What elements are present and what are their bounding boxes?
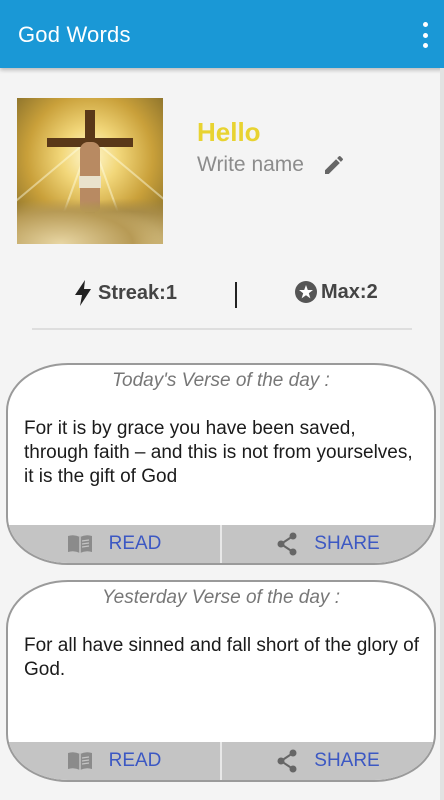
book-icon [67, 752, 92, 770]
stats-divider [235, 282, 237, 308]
share-icon [277, 749, 297, 773]
share-icon [277, 532, 297, 556]
read-label: READ [108, 750, 162, 771]
verse-card-yesterday: Yesterday Verse of the day : For all hav… [6, 580, 436, 782]
name-placeholder[interactable]: Write name [197, 153, 304, 177]
profile-image[interactable] [17, 98, 163, 244]
read-button[interactable]: READ [8, 525, 220, 563]
verse-text: For it is by grace you have been saved, … [24, 418, 413, 487]
verse-card-today: Today's Verse of the day : For it is by … [6, 363, 436, 565]
divider-line [32, 328, 412, 330]
verse-header: Today's Verse of the day : [112, 370, 330, 391]
app-title: God Words [18, 22, 131, 47]
stats-row: Streak: 1 Max: 2 [0, 280, 444, 310]
max-value: 2 [366, 280, 378, 303]
streak-stat: Streak: 1 [74, 280, 177, 306]
max-stat: Max: 2 [294, 280, 378, 304]
scrollbar[interactable] [440, 68, 444, 800]
read-button[interactable]: READ [8, 742, 220, 780]
book-icon [67, 535, 92, 553]
verse-header: Yesterday Verse of the day : [102, 587, 340, 608]
greeting-text: Hello [197, 117, 261, 147]
star-circle-icon [295, 281, 317, 303]
streak-value: 1 [165, 281, 177, 304]
verse-text: For all have sinned and fall short of th… [24, 635, 420, 680]
edit-pencil-icon[interactable] [322, 153, 346, 177]
max-label: Max: [321, 280, 367, 303]
name-row[interactable]: Write name [197, 153, 346, 177]
streak-label: Streak: [98, 281, 166, 304]
verse-actions: READ SHARE [8, 525, 434, 563]
verse-actions: READ SHARE [8, 742, 434, 780]
read-label: READ [108, 533, 162, 554]
lightning-icon [75, 280, 91, 306]
overflow-menu-icon[interactable] [420, 22, 430, 48]
share-label: SHARE [314, 533, 380, 554]
share-button[interactable]: SHARE [222, 742, 434, 780]
app-bar: God Words [0, 0, 444, 68]
share-button[interactable]: SHARE [222, 525, 434, 563]
share-label: SHARE [314, 750, 380, 771]
